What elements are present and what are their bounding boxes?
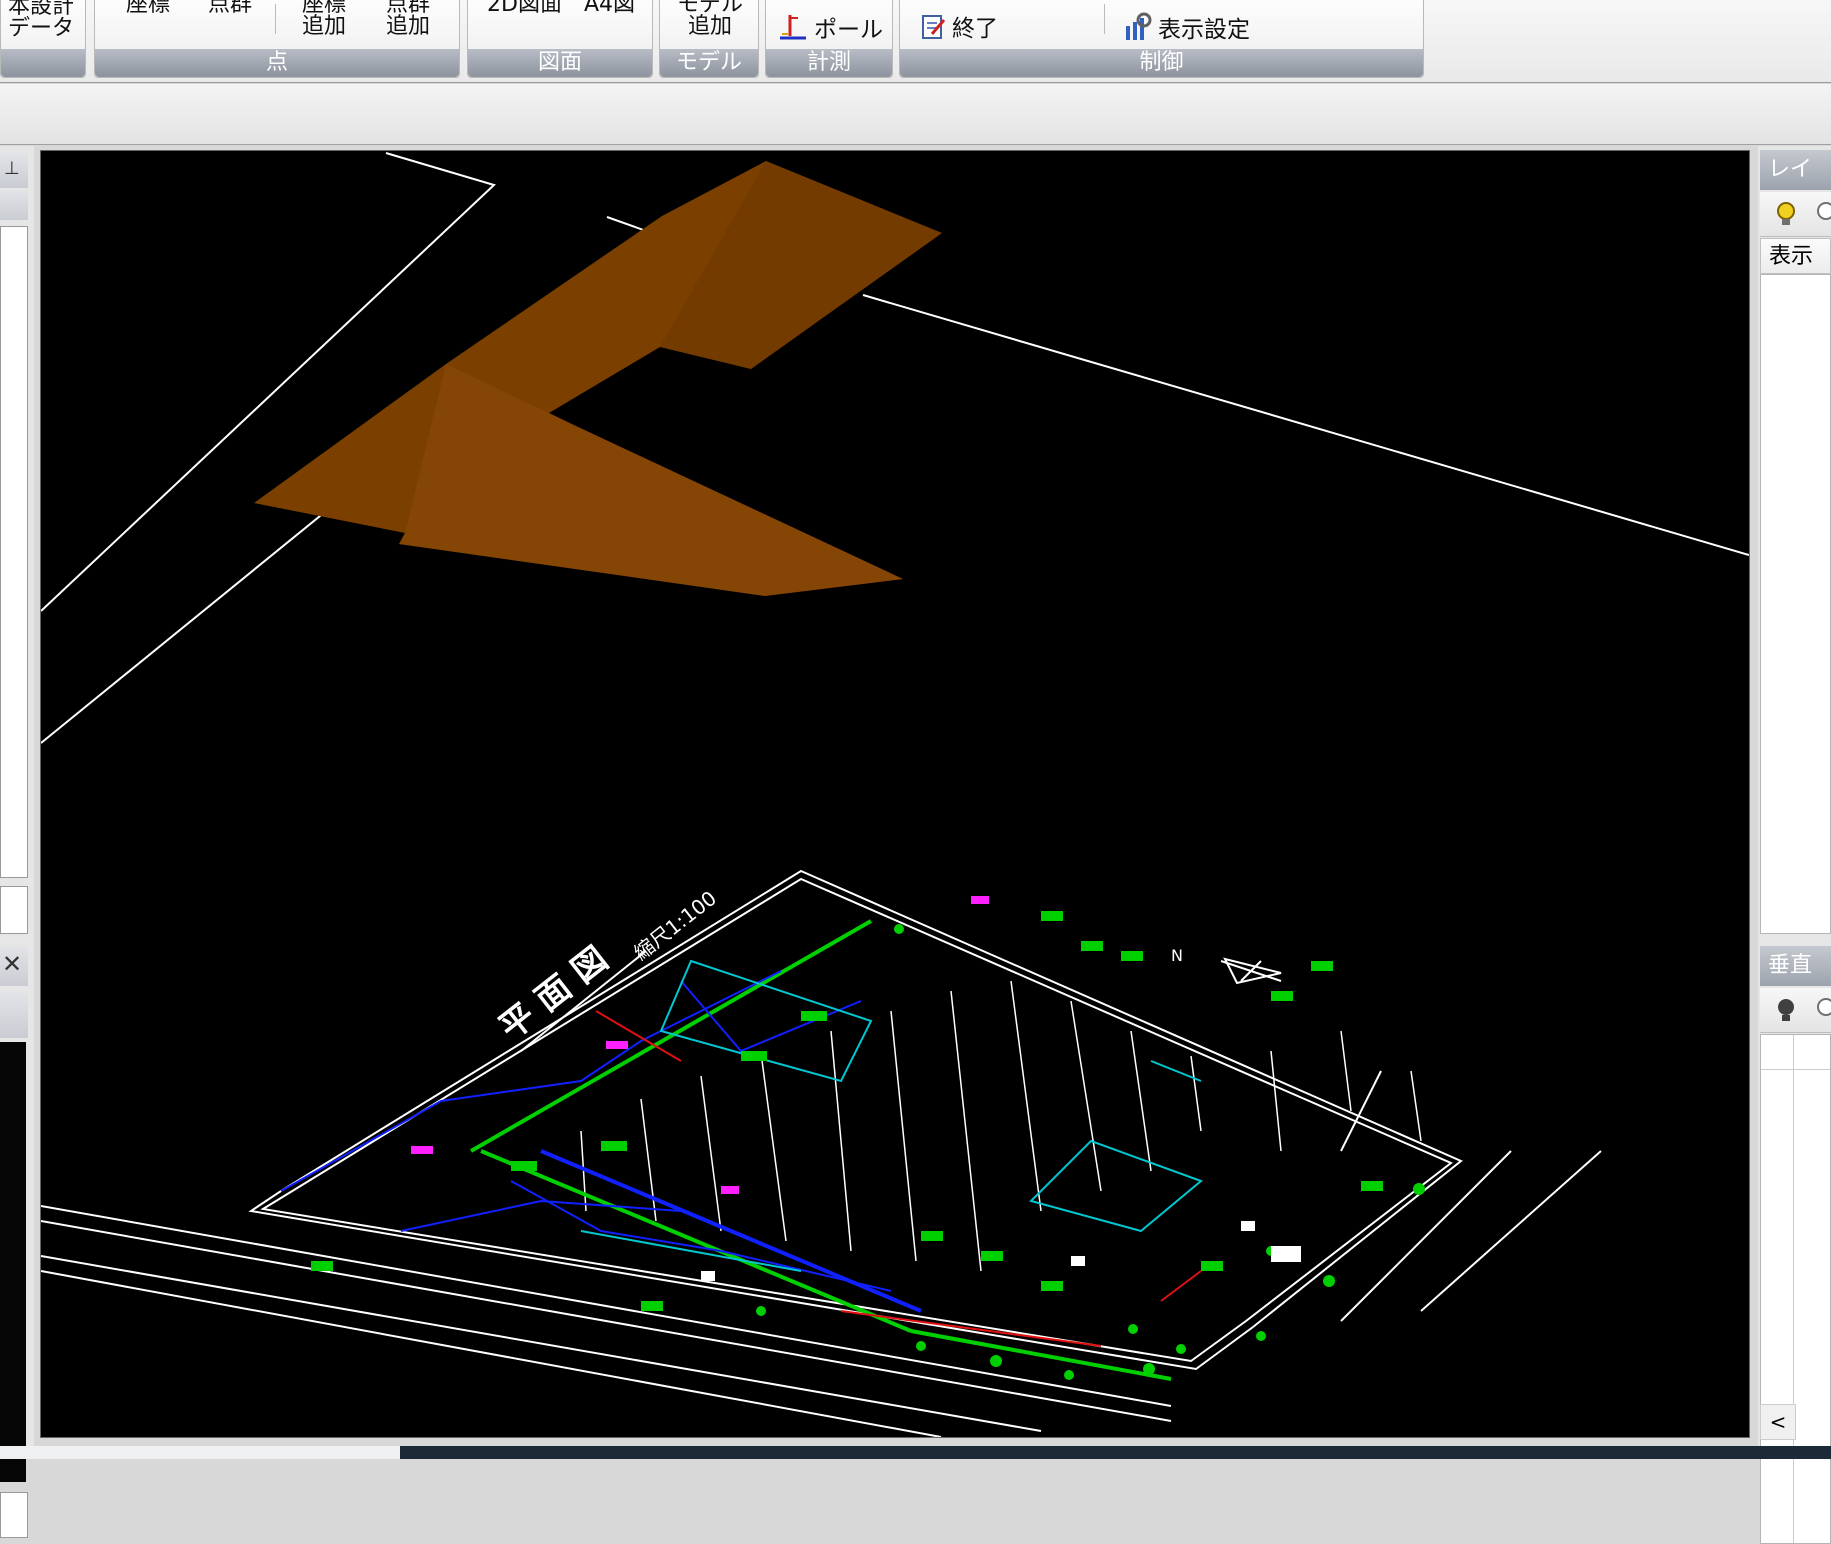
- bulb-outline-icon[interactable]: [1814, 996, 1831, 1028]
- display-settings-icon: [1122, 12, 1152, 48]
- pole-button[interactable]: ポール: [778, 12, 883, 48]
- display-settings-label: 表示設定: [1158, 17, 1250, 43]
- left-panel2-tab[interactable]: [0, 992, 28, 1038]
- north-arrow-icon: N: [1171, 946, 1282, 985]
- measure-group-label: 計測: [766, 49, 892, 77]
- left-panel2-preview: [0, 1042, 26, 1482]
- left-panel-title: ⊥: [0, 152, 28, 188]
- group1-label: [1, 49, 85, 77]
- left-panel2-title: ✕: [0, 946, 28, 986]
- vertical-toolbar: [1760, 988, 1831, 1033]
- layer-list[interactable]: [1760, 274, 1831, 934]
- bulb-off-icon[interactable]: [1814, 200, 1831, 232]
- bulb-on-icon[interactable]: [1774, 200, 1798, 232]
- exit-button[interactable]: 終了: [920, 12, 998, 46]
- design-data-button[interactable]: 本設計 データ: [1, 0, 81, 40]
- left-panel-box[interactable]: [0, 886, 28, 934]
- left-panel2-input[interactable]: [0, 1492, 28, 1538]
- display-settings-button[interactable]: 表示設定: [1122, 12, 1250, 48]
- ribbon-group-measure: ポール 計測: [765, 0, 893, 78]
- plan-drawing[interactable]: N 平 面 図 縮尺1:100: [41, 869, 1602, 1437]
- model-group-label: モデル: [660, 49, 758, 77]
- pin-icon[interactable]: ⊥: [4, 158, 20, 179]
- vertical-list[interactable]: [1760, 1034, 1831, 1544]
- layer-panel-title: レイヤ: [1760, 150, 1831, 222]
- ribbon-group-point: 座標 点群 座標 追加 点群 追加 点: [94, 0, 460, 78]
- scene-canvas[interactable]: N 平 面 図 縮尺1:100: [41, 151, 1749, 1437]
- add-point-cloud-button[interactable]: 点群 追加: [373, 0, 443, 38]
- ribbon-group-model: モデル 追加 モデル: [659, 0, 759, 78]
- toolbar-strip: [0, 84, 1831, 145]
- add-model-button[interactable]: モデル 追加: [660, 0, 760, 38]
- drawing-group-label: 図面: [468, 49, 652, 77]
- exit-label: 終了: [952, 16, 998, 42]
- exit-icon: [920, 12, 946, 46]
- 3d-viewport[interactable]: N 平 面 図 縮尺1:100: [40, 150, 1750, 1438]
- coordinate-button[interactable]: 座標: [113, 0, 183, 16]
- right-dock: レイヤ 表示 垂直面 <: [1758, 146, 1831, 1544]
- layer-display-header[interactable]: 表示: [1760, 238, 1831, 274]
- layer-toolbar: [1760, 192, 1831, 237]
- drawing-2d-a4-button[interactable]: 2D図面 A4図: [468, 0, 654, 16]
- ribbon-group-design-data: 本設計 データ: [0, 0, 86, 78]
- taskbar: [0, 1446, 1831, 1459]
- pole-label: ポール: [814, 17, 883, 43]
- left-panel-tab[interactable]: [0, 190, 28, 220]
- point-cloud-button[interactable]: 点群: [195, 0, 265, 16]
- close-icon[interactable]: ✕: [2, 950, 22, 978]
- ribbon-group-drawing: 2D図面 A4図 図面: [467, 0, 653, 78]
- vertical-panel-title: 垂直面: [1760, 946, 1831, 1018]
- left-panel-list[interactable]: [0, 226, 28, 878]
- bulb-dark-icon[interactable]: [1774, 996, 1798, 1028]
- pole-icon: [778, 12, 808, 48]
- left-dock: ⊥ ✕: [0, 146, 34, 1538]
- ribbon-group-control: 終了 表示設定 制御: [899, 0, 1424, 78]
- scroll-left-button[interactable]: <: [1760, 1404, 1796, 1440]
- taskbar-left-area: [0, 1446, 400, 1459]
- point-group-label: 点: [95, 49, 459, 77]
- control-group-label: 制御: [900, 49, 1423, 77]
- add-coordinate-button[interactable]: 座標 追加: [289, 0, 359, 38]
- ribbon: 本設計 データ 座標 点群 座標 追加 点群 追加 点 2D図面 A4図 図面 …: [0, 0, 1831, 83]
- svg-text:N: N: [1171, 946, 1183, 965]
